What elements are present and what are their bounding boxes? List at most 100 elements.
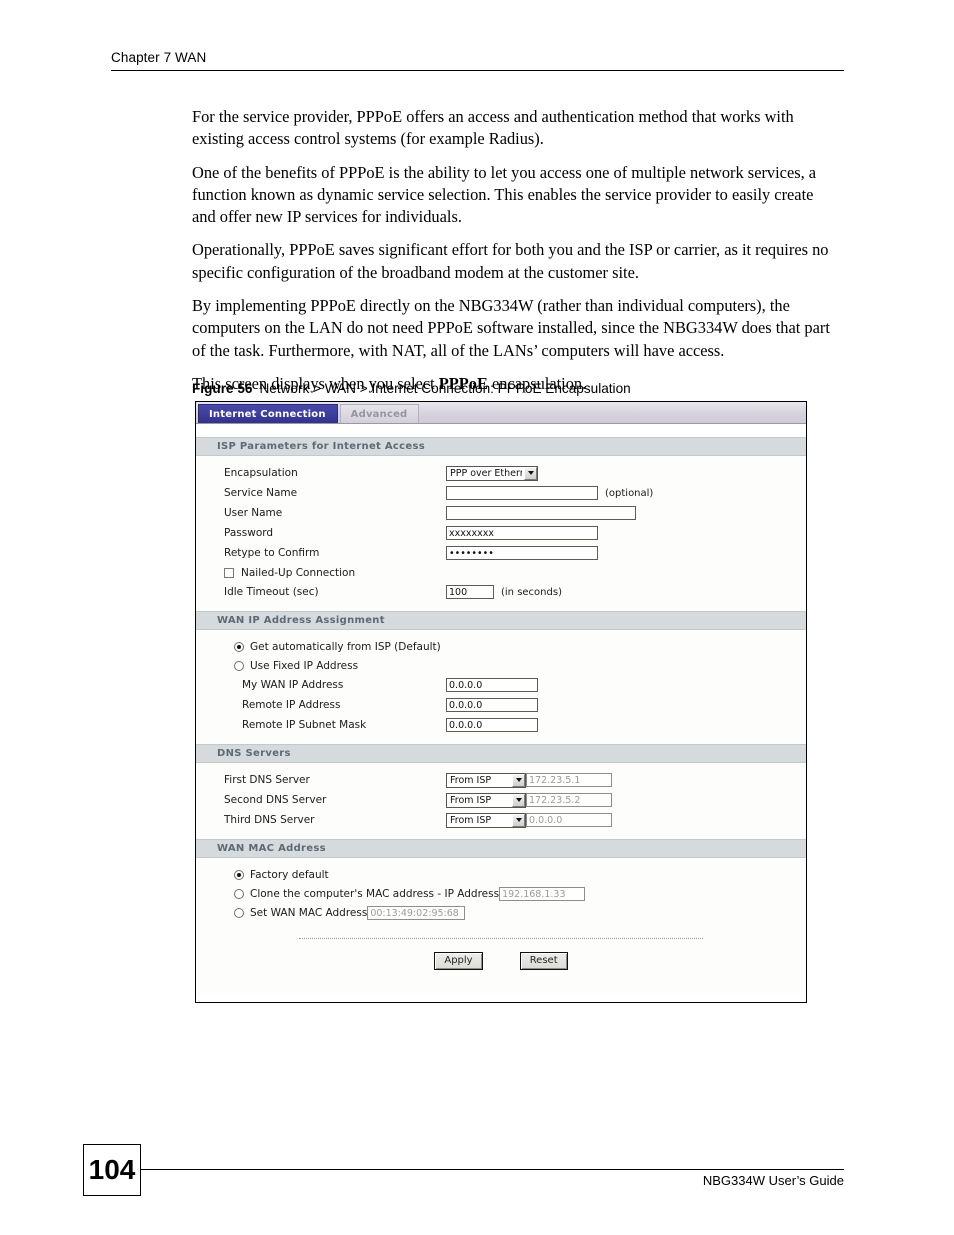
select-encapsulation[interactable]: PPP over Ethernet	[446, 465, 538, 481]
chevron-down-icon	[512, 813, 525, 827]
select-third-dns-server[interactable]: From ISP	[446, 812, 526, 828]
select-encapsulation-value: PPP over Ethernet	[450, 467, 522, 479]
figure-caption-text: Network > WAN > Internet Connection: PPP…	[259, 381, 631, 396]
label-my-wan-ip-address: My WAN IP Address	[242, 679, 344, 691]
button-bar-divider	[299, 938, 703, 939]
service-name-hint: (optional)	[605, 487, 654, 499]
row-my-wan-ip-address: My WAN IP Address 0.0.0.0	[196, 675, 806, 695]
label-encapsulation: Encapsulation	[224, 467, 298, 479]
tab-internet-connection[interactable]: Internet Connection	[198, 404, 338, 423]
reset-button[interactable]: Reset	[519, 952, 568, 970]
second-dns-server-input[interactable]: 172.23.5.2	[526, 793, 612, 807]
paragraph-2: One of the benefits of PPPoE is the abil…	[192, 162, 817, 227]
page-header: Chapter 7 WAN	[111, 50, 844, 71]
row-password: Password xxxxxxxx	[196, 523, 806, 543]
apply-button[interactable]: Apply	[434, 952, 483, 970]
paragraph-3: Operationally, PPPoE saves significant e…	[192, 240, 829, 282]
row-factory-default[interactable]: Factory default	[196, 865, 806, 884]
row-remote-ip-address: Remote IP Address 0.0.0.0	[196, 695, 806, 715]
retype-password-input[interactable]: ••••••••	[446, 546, 598, 560]
radio-factory-default[interactable]	[234, 869, 244, 880]
page-number: 104	[83, 1144, 141, 1196]
clone-ip-address-input[interactable]: 192.168.1.33	[499, 886, 586, 901]
chevron-down-icon	[512, 773, 525, 787]
page-footer: 104 NBG334W User’s Guide	[83, 1144, 844, 1196]
footer-divider	[141, 1169, 844, 1170]
guide-title: NBG334W User’s Guide	[702, 1173, 844, 1188]
set-wan-mac-address-input[interactable]: 00:13:49:02:95:68	[367, 905, 466, 920]
row-idle-timeout: Idle Timeout (sec) 100 (in seconds)	[196, 582, 806, 602]
label-nailed-up-connection: Nailed-Up Connection	[241, 566, 356, 579]
label-service-name: Service Name	[224, 487, 298, 499]
label-user-name: User Name	[224, 507, 283, 519]
row-third-dns-server: Third DNS Server From ISP 0.0.0.0	[196, 810, 806, 830]
chevron-down-icon	[512, 793, 525, 807]
select-second-dns-server-value: From ISP	[450, 794, 492, 806]
section-body-wan-ip-assignment: Get automatically from ISP (Default) Use…	[196, 630, 806, 744]
select-second-dns-server[interactable]: From ISP	[446, 792, 526, 808]
row-first-dns-server: First DNS Server From ISP 172.23.5.1	[196, 770, 806, 790]
radio-get-automatically-from-isp[interactable]	[234, 641, 244, 652]
label-use-fixed-ip-address: Use Fixed IP Address	[250, 659, 359, 672]
third-dns-server-input[interactable]: 0.0.0.0	[526, 813, 612, 827]
radio-clone-mac-address[interactable]	[234, 888, 244, 899]
body-text: For the service provider, PPPoE offers a…	[192, 106, 840, 406]
radio-use-fixed-ip-address[interactable]	[234, 660, 244, 671]
label-third-dns-server: Third DNS Server	[224, 814, 315, 826]
button-bar: Apply Reset	[196, 931, 806, 994]
tab-strip: Internet Connection Advanced	[196, 402, 806, 423]
first-dns-server-input[interactable]: 172.23.5.1	[526, 773, 612, 787]
router-config-screenshot: Internet Connection Advanced ISP Paramet…	[195, 401, 807, 1003]
row-nailed-up-connection[interactable]: Nailed-Up Connection	[196, 563, 806, 582]
figure-label: Figure 56	[192, 381, 253, 396]
row-remote-ip-subnet-mask: Remote IP Subnet Mask 0.0.0.0	[196, 715, 806, 735]
row-service-name: Service Name (optional)	[196, 483, 806, 503]
row-set-wan-mac-address[interactable]: Set WAN MAC Address 00:13:49:02:95:68	[196, 903, 806, 922]
row-use-fixed-ip-address[interactable]: Use Fixed IP Address	[196, 656, 806, 675]
section-body-isp-parameters: Encapsulation PPP over Ethernet Service …	[196, 456, 806, 611]
row-retype-password: Retype to Confirm ••••••••	[196, 543, 806, 563]
label-password: Password	[224, 527, 274, 539]
label-remote-ip-subnet-mask: Remote IP Subnet Mask	[242, 719, 367, 731]
label-first-dns-server: First DNS Server	[224, 774, 310, 786]
paragraph-1: For the service provider, PPPoE offers a…	[192, 107, 794, 149]
label-factory-default: Factory default	[250, 868, 329, 881]
label-remote-ip-address: Remote IP Address	[242, 699, 341, 711]
checkbox-nailed-up-connection[interactable]	[224, 567, 234, 578]
label-retype-password: Retype to Confirm	[224, 547, 320, 559]
row-get-automatically-from-isp[interactable]: Get automatically from ISP (Default)	[196, 637, 806, 656]
idle-timeout-input[interactable]: 100	[446, 585, 494, 599]
label-get-automatically-from-isp: Get automatically from ISP (Default)	[250, 640, 441, 653]
remote-ip-subnet-mask-input[interactable]: 0.0.0.0	[446, 718, 538, 732]
label-set-wan-mac-address: Set WAN MAC Address	[250, 906, 368, 919]
row-clone-mac-address[interactable]: Clone the computer's MAC address - IP Ad…	[196, 884, 806, 903]
tab-gap	[196, 427, 806, 437]
chapter-title: Chapter 7 WAN	[111, 50, 207, 65]
my-wan-ip-address-input[interactable]: 0.0.0.0	[446, 678, 538, 692]
section-body-dns-servers: First DNS Server From ISP 172.23.5.1 Sec…	[196, 763, 806, 839]
paragraph-4: By implementing PPPoE directly on the NB…	[192, 296, 830, 360]
row-second-dns-server: Second DNS Server From ISP 172.23.5.2	[196, 790, 806, 810]
service-name-input[interactable]	[446, 486, 598, 500]
section-header-isp-parameters: ISP Parameters for Internet Access	[196, 437, 806, 456]
user-name-input[interactable]	[446, 506, 636, 520]
idle-timeout-hint: (in seconds)	[501, 586, 562, 598]
section-header-dns-servers: DNS Servers	[196, 744, 806, 763]
select-third-dns-server-value: From ISP	[450, 814, 492, 826]
row-user-name: User Name	[196, 503, 806, 523]
row-encapsulation: Encapsulation PPP over Ethernet	[196, 463, 806, 483]
password-input[interactable]: xxxxxxxx	[446, 526, 598, 540]
header-divider	[111, 70, 844, 71]
section-body-wan-mac-address: Factory default Clone the computer's MAC…	[196, 858, 806, 931]
section-header-wan-mac-address: WAN MAC Address	[196, 839, 806, 858]
label-second-dns-server: Second DNS Server	[224, 794, 327, 806]
remote-ip-address-input[interactable]: 0.0.0.0	[446, 698, 538, 712]
chevron-down-icon	[524, 466, 537, 480]
label-clone-mac-address: Clone the computer's MAC address - IP Ad…	[250, 887, 500, 900]
select-first-dns-server-value: From ISP	[450, 774, 492, 786]
tab-advanced[interactable]: Advanced	[339, 404, 420, 423]
select-first-dns-server[interactable]: From ISP	[446, 772, 526, 788]
label-idle-timeout: Idle Timeout (sec)	[224, 586, 319, 598]
section-header-wan-ip-assignment: WAN IP Address Assignment	[196, 611, 806, 630]
radio-set-wan-mac-address[interactable]	[234, 907, 244, 918]
